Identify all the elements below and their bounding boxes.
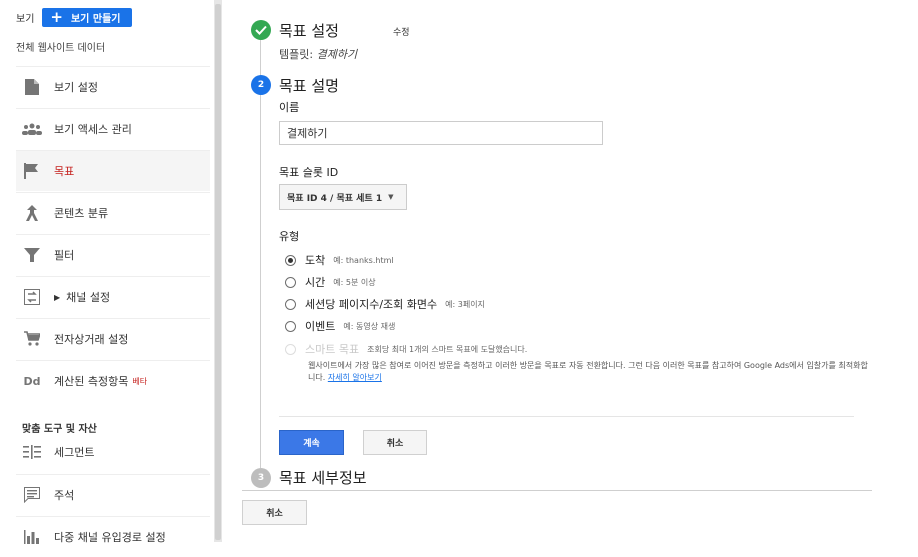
sidebar-item-label: 보기 설정 <box>54 81 98 94</box>
step-cancel-button[interactable]: 취소 <box>363 430 427 455</box>
goal-details-title: 목표 세부정보 <box>279 469 367 487</box>
sidebar-item-filters[interactable]: 필터 <box>16 234 210 275</box>
plus-icon: + <box>50 8 63 26</box>
continue-button[interactable]: 계속 <box>279 430 344 455</box>
type-option-duration[interactable]: 시간 예: 5분 이상 <box>285 274 376 290</box>
create-view-button[interactable]: + 보기 만들기 <box>42 8 133 27</box>
sidebar-item-annotations[interactable]: 주석 <box>16 474 210 515</box>
sidebar-item-label: 주석 <box>54 489 75 502</box>
sidebar-item-goals[interactable]: 목표 <box>16 150 210 191</box>
sidebar-item-calculated-metrics[interactable]: Dd 계산된 측정항목 베타 <box>16 360 210 401</box>
step-2-number: 2 <box>251 75 271 95</box>
sidebar-item-ecommerce-settings[interactable]: 전자상거래 설정 <box>16 318 210 359</box>
view-name: 전체 웹사이트 데이터 <box>16 43 106 54</box>
smart-goal-desc-text: 웹사이트에서 가장 많은 참여로 이어진 방문을 측정하고 이러한 방문을 목표… <box>308 361 868 382</box>
template-label: 템플릿: <box>279 48 314 61</box>
goal-slot-select[interactable]: 목표 ID 4 / 목표 세트 1 ▼ <box>279 184 407 210</box>
section-divider <box>279 416 854 417</box>
smart-goal-description: 웹사이트에서 가장 많은 참여로 이어진 방문을 측정하고 이러한 방문을 목표… <box>308 360 868 384</box>
sidebar-item-content-grouping[interactable]: 콘텐츠 분류 <box>16 192 210 233</box>
goal-slot-label: 목표 슬롯 ID <box>279 166 339 179</box>
type-option-label: 이벤트 <box>305 320 336 333</box>
segment-icon <box>22 442 42 462</box>
type-option-label: 스마트 목표 <box>305 343 360 356</box>
grouping-icon <box>22 203 42 223</box>
view-header: 보기 + 보기 만들기 <box>16 8 133 27</box>
step-complete-check-icon <box>251 20 271 40</box>
document-icon <box>22 77 42 97</box>
type-option-label: 시간 <box>305 276 326 289</box>
footer-divider <box>242 490 872 491</box>
channel-settings-icon <box>22 287 42 307</box>
sidebar-item-label: 채널 설정 <box>66 291 111 304</box>
type-option-label: 도착 <box>305 254 326 267</box>
flag-icon <box>22 161 42 181</box>
expand-caret-icon[interactable]: ▶ <box>54 293 60 302</box>
goal-description-title: 목표 설명 <box>279 77 339 95</box>
type-option-hint: 예: 3페이지 <box>445 299 485 309</box>
sidebar-item-label: 콘텐츠 분류 <box>54 207 109 220</box>
create-view-label: 보기 만들기 <box>70 14 121 25</box>
beta-badge: 베타 <box>132 376 148 386</box>
sidebar-item-label: 필터 <box>54 249 75 262</box>
edit-goal-setup-link[interactable]: 수정 <box>393 25 410 38</box>
template-summary: 템플릿: 결제하기 <box>279 46 357 62</box>
learn-more-link[interactable]: 자세히 알아보기 <box>328 373 382 382</box>
sidebar-item-label: 계산된 측정항목 <box>54 375 129 388</box>
type-option-smart-goal: 스마트 목표 조회당 최대 1개의 스마트 목표에 도달했습니다. <box>285 341 527 357</box>
bar-chart-icon <box>22 527 42 547</box>
filter-icon <box>22 245 42 265</box>
radio-destination[interactable] <box>285 254 296 266</box>
type-option-pages-per-session[interactable]: 세션당 페이지수/조회 화면수 예: 3페이지 <box>285 296 485 312</box>
sidebar-item-mcf-settings[interactable]: 다중 채널 유입경로 설정 <box>16 516 210 557</box>
people-icon <box>22 119 42 139</box>
type-option-hint: 예: 5분 이상 <box>333 277 376 287</box>
radio-smart-goal <box>285 343 296 355</box>
comment-icon <box>22 485 42 505</box>
step-connector-line <box>260 38 261 468</box>
sidebar-item-view-settings[interactable]: 보기 설정 <box>16 66 210 107</box>
sidebar-item-label: 전자상거래 설정 <box>54 333 129 346</box>
sidebar-item-channel-settings[interactable]: ▶ 채널 설정 <box>16 276 210 317</box>
sidebar-item-label: 보기 액세스 관리 <box>54 123 132 136</box>
view-label: 보기 <box>16 14 35 25</box>
type-option-hint: 예: thanks.html <box>333 255 394 265</box>
sidebar-item-access-management[interactable]: 보기 액세스 관리 <box>16 108 210 149</box>
radio-duration[interactable] <box>285 276 296 288</box>
goal-slot-value: 목표 ID 4 / 목표 세트 1 <box>287 193 383 204</box>
sidebar-item-label: 세그먼트 <box>54 446 95 459</box>
sidebar-item-label: 다중 채널 유입경로 설정 <box>54 531 166 544</box>
goal-name-input[interactable]: 결제하기 <box>279 121 603 145</box>
sidebar-item-segments[interactable]: 세그먼트 <box>16 432 210 472</box>
type-label: 유형 <box>279 230 300 243</box>
radio-pages-per-session[interactable] <box>285 298 296 310</box>
template-value: 결제하기 <box>316 48 358 61</box>
step-3-number: 3 <box>251 468 271 488</box>
goal-setup-title: 목표 설정 <box>279 22 339 40</box>
sidebar-scrollbar-thumb[interactable] <box>215 4 221 540</box>
cart-icon <box>22 329 42 349</box>
admin-sidebar: 보기 + 보기 만들기 전체 웹사이트 데이터 보기 설정 보기 액세스 관리 … <box>0 0 214 544</box>
goal-setup-panel: 목표 설정 수정 템플릿: 결제하기 2 목표 설명 이름 결제하기 목표 슬롯… <box>222 0 918 542</box>
sidebar-item-label: 목표 <box>54 165 75 178</box>
type-option-destination[interactable]: 도착 예: thanks.html <box>285 252 394 268</box>
dropdown-arrow-icon: ▼ <box>388 193 394 201</box>
radio-event[interactable] <box>285 320 296 332</box>
footer-cancel-button[interactable]: 취소 <box>242 500 307 525</box>
name-label: 이름 <box>279 101 300 114</box>
dd-icon: Dd <box>23 374 41 388</box>
type-option-event[interactable]: 이벤트 예: 동영상 재생 <box>285 318 395 334</box>
type-option-label: 세션당 페이지수/조회 화면수 <box>305 298 438 311</box>
type-option-hint: 예: 동영상 재생 <box>343 321 396 331</box>
type-option-hint: 조회당 최대 1개의 스마트 목표에 도달했습니다. <box>367 344 528 354</box>
